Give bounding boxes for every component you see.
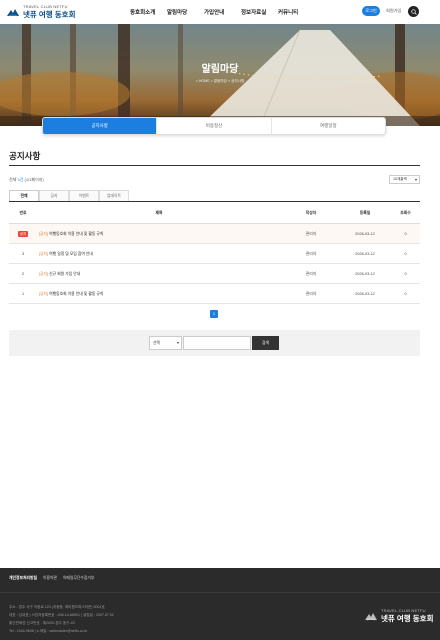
footer-business: 대표 : 김대표 | 사업자등록번호 : 408-14-66501 | 설립일 … (9, 613, 114, 617)
row-title[interactable]: [공지] 여행동호회 이용 안내 및 활동 규칙 (39, 284, 299, 304)
search-icon (410, 8, 417, 15)
row-date: 2026-03-12 (355, 232, 375, 236)
footer-link-terms[interactable]: 이용약관 (43, 576, 57, 581)
nav-item-notice[interactable]: 알림마당 (167, 8, 204, 16)
row-title[interactable]: [공지] 여행동호회 이용 안내 및 활동 규칙 (39, 224, 299, 244)
category-tab-update[interactable]: 업데이트 (99, 190, 129, 201)
category-tab-notice[interactable]: 공지 (39, 190, 69, 201)
row-category: [공지] (39, 252, 49, 256)
footer-link-no-email[interactable]: 이메일무단수집거부 (63, 576, 94, 581)
hero-background-image (0, 24, 440, 126)
nav-item-resources[interactable]: 정보자료실 (241, 8, 278, 16)
footer-divider (0, 592, 440, 593)
search-button[interactable] (408, 6, 419, 17)
pagination-page-1[interactable]: 1 (210, 310, 218, 318)
search-submit-button[interactable]: 검색 (252, 336, 279, 350)
page-title: 공지사항 (9, 151, 41, 161)
column-header-no: 번호 (19, 211, 27, 215)
table-row[interactable]: 공지 [공지] 여행동호회 이용 안내 및 활동 규칙 관리자 2026-03-… (9, 224, 420, 244)
login-button[interactable]: 로그인 (362, 6, 380, 16)
column-header-author: 작성자 (305, 211, 317, 215)
row-number: 공지 (9, 224, 37, 244)
row-title-text[interactable]: 신규 회원 가입 안내 (49, 272, 80, 276)
row-author: 관리자 (305, 252, 317, 256)
row-title[interactable]: [공지] 신규 회원 가입 안내 (39, 264, 299, 284)
row-number: 1 (21, 292, 25, 296)
site-logo[interactable]: TRAVEL CLUB NETFU 넷퓨 여행 동호회 (6, 4, 75, 20)
column-header-title: 제목 (155, 211, 163, 215)
logo-title: 넷퓨 여행 동호회 (23, 10, 76, 19)
footer-license: 통신판매업 신고번호 : 제2000-경주 동구-43 (9, 621, 75, 625)
search-field-select[interactable]: 선택 (149, 336, 182, 350)
row-category: [공지] (39, 292, 49, 296)
row-category: [공지] (39, 232, 49, 236)
row-category: [공지] (39, 272, 49, 276)
table-header: 번호 제목 작성자 등록일 조회수 (9, 202, 420, 224)
mountain-logo-icon (7, 9, 19, 17)
row-title[interactable]: [공지] 여행 일정 및 모임 참여 안내 (39, 244, 299, 264)
site-footer: 개인정보처리방침 이용약관 이메일무단수집거부 주소 : 경주 서구 지중로 1… (0, 568, 440, 640)
total-count: 전체 3건 (1/1페이지) (9, 177, 44, 183)
nav-item-join-guide[interactable]: 가입안내 (204, 8, 241, 16)
hero-banner: 알림마당 ⌂ HOME > 알림마당 > 공지사항 (0, 24, 440, 126)
row-views: 0 (404, 232, 407, 236)
row-title-text[interactable]: 여행동호회 이용 안내 및 활동 규칙 (49, 232, 103, 236)
footer-contact: Tel : 1544-9638 | e-메일 : webmaster@netfu… (9, 629, 88, 633)
mountain-logo-icon (365, 613, 377, 621)
title-divider (9, 165, 420, 166)
footer-link-privacy[interactable]: 개인정보처리방침 (9, 576, 37, 581)
row-date: 2026-03-12 (355, 292, 375, 296)
sub-tabs: 공지사항 비용정산 여행일정 (42, 117, 386, 135)
footer-address: 주소 : 경주 서구 지중로 124 (지중동, 에이원오피스타운) 5001호 (9, 605, 105, 609)
row-views: 0 (404, 252, 407, 256)
total-suffix: (1/1페이지) (23, 177, 44, 182)
row-title-text[interactable]: 여행 일정 및 모임 참여 안내 (49, 252, 93, 256)
footer-company-info: 주소 : 경주 서구 지중로 124 (지중동, 에이원오피스타운) 5001호… (9, 603, 114, 635)
footer-logo-title: 넷퓨 여행 동호회 (381, 614, 434, 623)
footer-links: 개인정보처리방침 이용약관 이메일무단수집거부 (9, 576, 94, 581)
row-author: 관리자 (305, 272, 317, 276)
notice-badge: 공지 (17, 231, 29, 237)
table-row[interactable]: 1 [공지] 여행동호회 이용 안내 및 활동 규칙 관리자 2026-03-1… (9, 284, 420, 304)
row-number: 2 (21, 272, 25, 276)
row-number: 3 (21, 252, 25, 256)
category-tab-all[interactable]: 전체 (9, 190, 39, 201)
category-tabs: 전체 공지 이벤트 업데이트 (9, 190, 129, 201)
main-nav: 동호회소개 알림마당 가입안내 정보자료실 커뮤니티 (130, 8, 315, 16)
nav-item-about[interactable]: 동호회소개 (130, 8, 167, 16)
site-header: TRAVEL CLUB NETFU 넷퓨 여행 동호회 동호회소개 알림마당 가… (0, 0, 440, 24)
join-link[interactable]: 회원가입 (386, 8, 401, 14)
row-author: 관리자 (305, 232, 317, 236)
footer-logo: TRAVEL CLUB NETFU 넷퓨 여행 동호회 (364, 608, 433, 624)
category-tab-event[interactable]: 이벤트 (69, 190, 99, 201)
row-views: 0 (404, 272, 407, 276)
table-row[interactable]: 3 [공지] 여행 일정 및 모임 참여 안내 관리자 2026-03-12 0 (9, 244, 420, 264)
row-author: 관리자 (305, 292, 317, 296)
tab-expense[interactable]: 비용정산 (157, 118, 272, 134)
row-date: 2026-03-12 (355, 272, 375, 276)
column-header-date: 등록일 (359, 211, 371, 215)
search-input[interactable] (183, 336, 251, 350)
breadcrumb: ⌂ HOME > 알림마당 > 공지사항 (195, 79, 245, 83)
tab-notice[interactable]: 공지사항 (43, 118, 158, 134)
row-date: 2026-03-12 (355, 252, 375, 256)
hero-title: 알림마당 (201, 64, 239, 75)
column-header-views: 조회수 (400, 211, 411, 215)
table-row[interactable]: 2 [공지] 신규 회원 가입 안내 관리자 2026-03-12 0 (9, 264, 420, 284)
row-views: 0 (404, 292, 407, 296)
row-title-text[interactable]: 여행동호회 이용 안내 및 활동 규칙 (49, 292, 103, 296)
per-page-select[interactable]: 10개출력 (389, 175, 420, 184)
tab-schedule[interactable]: 여행일정 (272, 118, 385, 134)
nav-item-community[interactable]: 커뮤니티 (278, 8, 315, 16)
